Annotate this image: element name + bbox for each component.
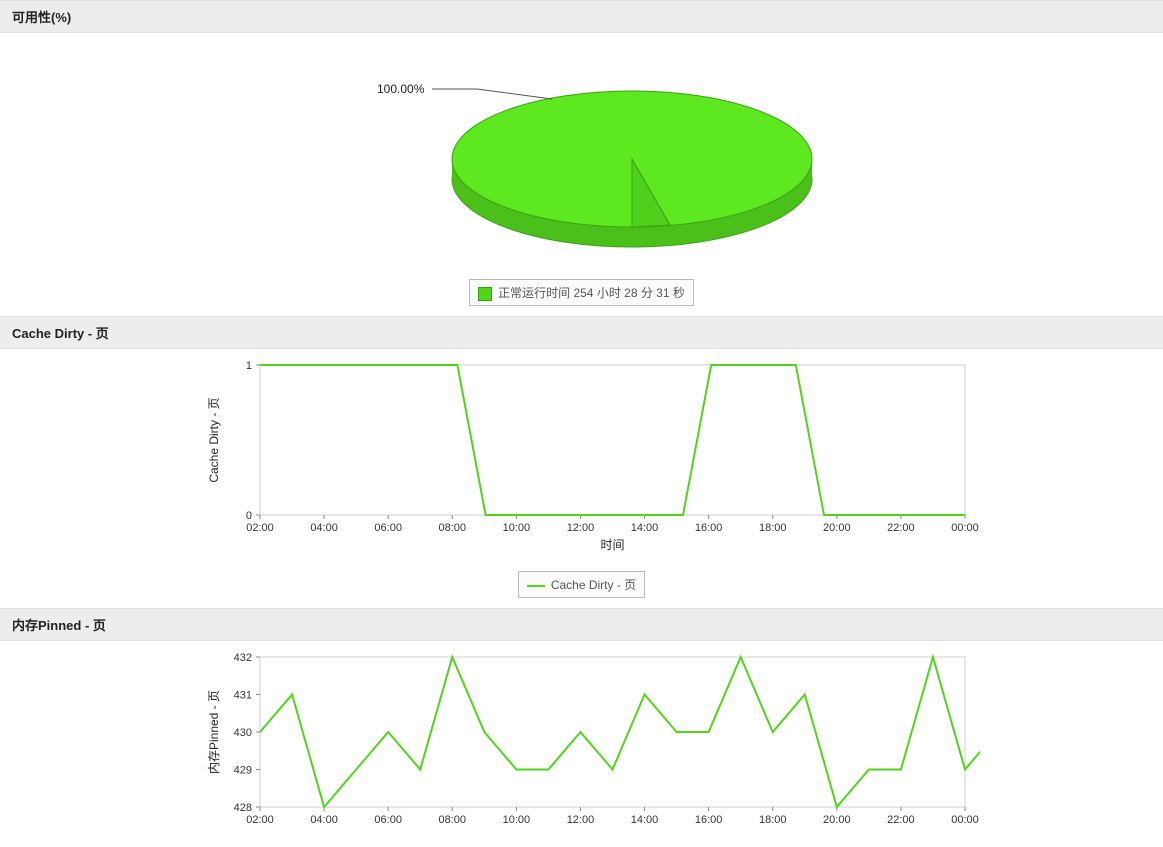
panel-body-mem-pinned: 428 429 430 431 432 02:00 04:00 06:00 08:00 10:00… bbox=[0, 641, 1163, 847]
pie-legend: 正常运行时间 254 小时 28 分 31 秒 bbox=[469, 279, 694, 306]
legend-line-icon bbox=[527, 585, 545, 587]
line-chart-mem-pinned: 428 429 430 431 432 02:00 04:00 06:00 08:00 10:00… bbox=[200, 647, 980, 837]
svg-text:16:00: 16:00 bbox=[695, 814, 723, 826]
svg-text:08:00: 08:00 bbox=[439, 814, 467, 826]
line-chart-cache-dirty: 0 1 02:00 04:00 06:00 08:00 10:00 12:00 14:00 16:… bbox=[200, 355, 980, 565]
svg-text:18:00: 18:00 bbox=[759, 814, 787, 826]
svg-text:02:00: 02:00 bbox=[246, 522, 274, 534]
panel-cache-dirty: Cache Dirty - 页 0 1 02:00 04:00 06:00 08:00 10… bbox=[0, 316, 1163, 608]
svg-text:内存Pinned - 页: 内存Pinned - 页 bbox=[207, 690, 221, 774]
svg-text:20:00: 20:00 bbox=[823, 814, 851, 826]
panel-header-availability: 可用性(%) bbox=[0, 0, 1163, 33]
svg-text:12:00: 12:00 bbox=[567, 814, 595, 826]
svg-text:430: 430 bbox=[234, 727, 252, 739]
panel-title-mem-pinned: 内存Pinned - 页 bbox=[12, 618, 106, 633]
svg-text:14:00: 14:00 bbox=[631, 522, 659, 534]
svg-text:18:00: 18:00 bbox=[759, 522, 787, 534]
legend-cache-dirty: Cache Dirty - 页 bbox=[518, 571, 645, 598]
panel-body-cache-dirty: 0 1 02:00 04:00 06:00 08:00 10:00 12:00 14:00 16:… bbox=[0, 349, 1163, 608]
svg-text:10:00: 10:00 bbox=[503, 522, 531, 534]
pie-label: 100.00% bbox=[377, 82, 425, 96]
svg-text:04:00: 04:00 bbox=[310, 522, 338, 534]
pie-legend-text: 正常运行时间 254 小时 28 分 31 秒 bbox=[498, 286, 685, 300]
panel-availability: 可用性(%) 100.00% 正常运行时间 254 小时 28 分 31 秒 bbox=[0, 0, 1163, 316]
panel-body-availability: 100.00% 正常运行时间 254 小时 28 分 31 秒 bbox=[0, 33, 1163, 316]
svg-text:432: 432 bbox=[234, 652, 252, 664]
svg-text:428: 428 bbox=[234, 802, 252, 814]
svg-text:429: 429 bbox=[234, 765, 252, 777]
svg-text:00:00: 00:00 bbox=[951, 814, 979, 826]
panel-header-cache-dirty: Cache Dirty - 页 bbox=[0, 316, 1163, 349]
svg-text:08:00: 08:00 bbox=[439, 522, 467, 534]
svg-text:06:00: 06:00 bbox=[374, 522, 402, 534]
svg-text:1: 1 bbox=[246, 360, 252, 372]
svg-text:02:00: 02:00 bbox=[246, 814, 274, 826]
svg-text:04:00: 04:00 bbox=[310, 814, 338, 826]
svg-text:16:00: 16:00 bbox=[695, 522, 723, 534]
legend-swatch-icon bbox=[478, 287, 492, 301]
panel-title-cache-dirty: Cache Dirty - 页 bbox=[12, 326, 109, 341]
svg-text:431: 431 bbox=[234, 690, 252, 702]
svg-text:14:00: 14:00 bbox=[631, 814, 659, 826]
svg-text:20:00: 20:00 bbox=[823, 522, 851, 534]
legend-cache-dirty-text: Cache Dirty - 页 bbox=[551, 578, 636, 592]
svg-text:10:00: 10:00 bbox=[503, 814, 531, 826]
pie-chart: 100.00% bbox=[232, 39, 932, 279]
panel-header-mem-pinned: 内存Pinned - 页 bbox=[0, 608, 1163, 641]
svg-text:Cache Dirty - 页: Cache Dirty - 页 bbox=[207, 397, 221, 482]
svg-text:22:00: 22:00 bbox=[887, 522, 915, 534]
svg-text:0: 0 bbox=[246, 510, 252, 522]
svg-text:时间: 时间 bbox=[600, 538, 624, 552]
svg-text:12:00: 12:00 bbox=[567, 522, 595, 534]
panel-title-availability: 可用性(%) bbox=[12, 10, 71, 25]
svg-text:06:00: 06:00 bbox=[374, 814, 402, 826]
svg-text:00:00: 00:00 bbox=[951, 522, 979, 534]
svg-text:22:00: 22:00 bbox=[887, 814, 915, 826]
panel-mem-pinned: 内存Pinned - 页 428 429 430 431 432 02:00 04:00 06… bbox=[0, 608, 1163, 847]
